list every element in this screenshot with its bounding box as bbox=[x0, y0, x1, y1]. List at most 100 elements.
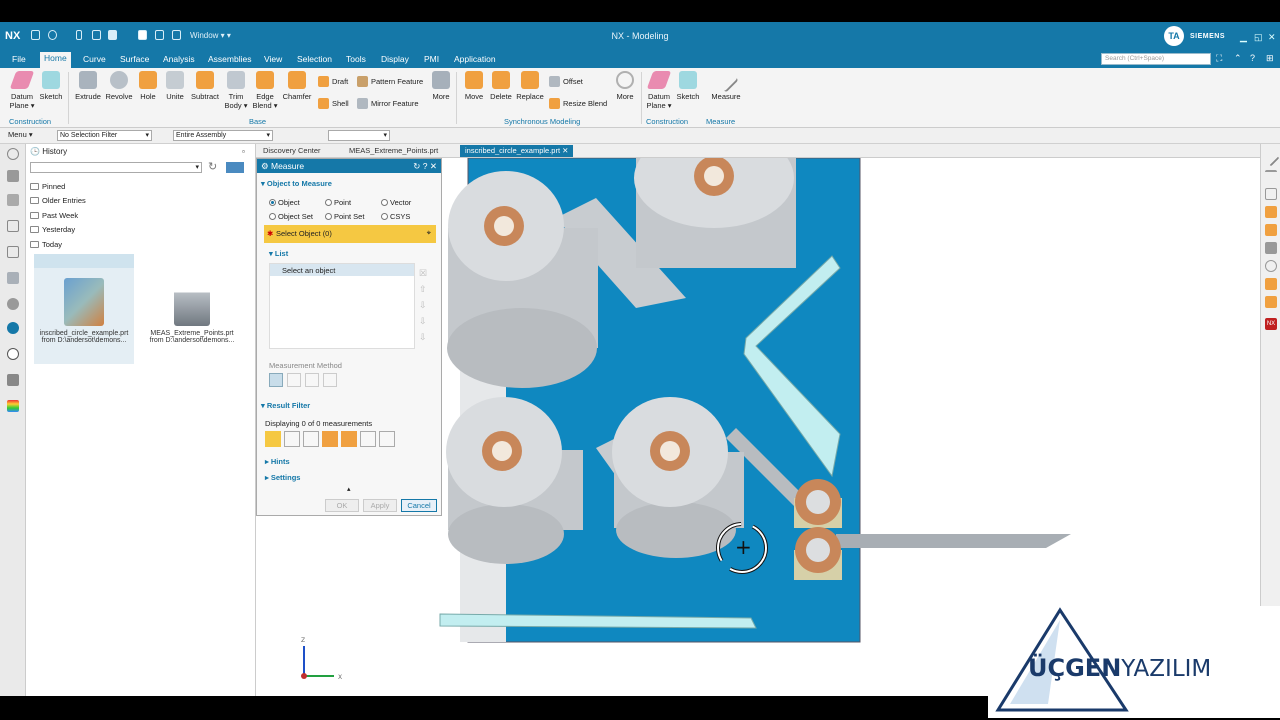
tab-home[interactable]: Home bbox=[40, 52, 71, 68]
selection-scope-dropdown[interactable]: Entire Assembly bbox=[173, 130, 273, 141]
tools-icon[interactable] bbox=[7, 374, 19, 386]
history-folder-pinned[interactable]: Pinned bbox=[30, 182, 65, 191]
restore-icon[interactable]: ◱ bbox=[1254, 32, 1263, 43]
datum-plane-button[interactable]: Datum Plane ▾ bbox=[8, 71, 36, 110]
revolve-button[interactable]: Revolve bbox=[104, 71, 134, 101]
sync-group-label[interactable]: Synchronous Modeling bbox=[504, 117, 580, 126]
offset-button[interactable]: Offset bbox=[549, 76, 583, 87]
edge-blend-button[interactable]: Edge Blend ▾ bbox=[251, 71, 279, 110]
hd3d-icon[interactable] bbox=[7, 272, 19, 284]
resize-blend-button[interactable]: Resize Blend bbox=[549, 98, 607, 109]
object-to-measure-section[interactable]: ▾ Object to Measure bbox=[261, 179, 332, 188]
select-object-field[interactable]: ✱ Select Object (0) ⌖ bbox=[264, 225, 436, 243]
sketch-button-2[interactable]: Sketch bbox=[675, 71, 701, 101]
type-point-radio[interactable]: Point bbox=[325, 198, 351, 207]
dialog-controls[interactable]: ↻ ? ✕ bbox=[413, 161, 437, 172]
history-file-card[interactable]: MEAS_Extreme_Points.prt from D:\andersot… bbox=[142, 254, 242, 364]
tab-file[interactable]: File bbox=[8, 53, 30, 65]
up-icon[interactable]: ⌃ bbox=[1234, 53, 1242, 64]
type-object-set-radio[interactable]: Object Set bbox=[269, 212, 313, 221]
selection-filter-dropdown[interactable]: No Selection Filter bbox=[57, 130, 152, 141]
method-icon[interactable] bbox=[287, 373, 301, 387]
snap-dropdown[interactable] bbox=[328, 130, 390, 141]
command-search-input[interactable]: Search (Ctrl+Space) bbox=[1101, 53, 1211, 65]
analysis-icon[interactable] bbox=[1265, 242, 1277, 254]
tab-analysis[interactable]: Analysis bbox=[159, 53, 199, 65]
ruler-icon[interactable] bbox=[1262, 149, 1280, 167]
result-filter-section[interactable]: ▾ Result Filter bbox=[261, 401, 310, 410]
subtract-button[interactable]: Subtract bbox=[189, 71, 221, 101]
expand-icon[interactable]: ⛶ bbox=[1216, 53, 1222, 64]
filter-icon[interactable] bbox=[284, 431, 300, 447]
tab-pmi[interactable]: PMI bbox=[420, 53, 443, 65]
method-icon[interactable] bbox=[323, 373, 337, 387]
tab-application[interactable]: Application bbox=[450, 53, 500, 65]
feature-icon[interactable] bbox=[1265, 206, 1277, 218]
measure-button[interactable]: Measure bbox=[709, 67, 743, 101]
history-folder-past-week[interactable]: Past Week bbox=[30, 211, 78, 220]
construction-group-label-2[interactable]: Construction bbox=[646, 117, 688, 126]
refresh-icon[interactable]: ↻ bbox=[208, 160, 217, 173]
tab-inscribed-circle[interactable]: inscribed_circle_example.prt ✕ bbox=[460, 145, 574, 157]
settings-section[interactable]: ▸ Settings bbox=[265, 473, 300, 482]
type-vector-radio[interactable]: Vector bbox=[381, 198, 411, 207]
reuse-library-icon[interactable] bbox=[7, 246, 19, 258]
datum-plane-button-2[interactable]: Datum Plane ▾ bbox=[645, 71, 673, 110]
settings-icon[interactable] bbox=[7, 148, 19, 160]
view-mode-icon[interactable] bbox=[226, 162, 244, 173]
history-filter-dropdown[interactable] bbox=[30, 162, 202, 173]
feature-icon[interactable] bbox=[1265, 278, 1277, 290]
nx-app-icon[interactable]: NX bbox=[1265, 318, 1277, 330]
type-point-set-radio[interactable]: Point Set bbox=[325, 212, 364, 221]
help-icon[interactable]: ? bbox=[1250, 53, 1255, 63]
options-icon[interactable]: ⊞ bbox=[1266, 53, 1274, 64]
extrude-button[interactable]: Extrude bbox=[74, 71, 102, 101]
history-folder-yesterday[interactable]: Yesterday bbox=[30, 225, 75, 234]
tab-tools[interactable]: Tools bbox=[342, 53, 370, 65]
filter-icon[interactable] bbox=[341, 431, 357, 447]
tab-view[interactable]: View bbox=[260, 53, 286, 65]
base-group-label[interactable]: Base bbox=[249, 117, 266, 126]
feature-icon[interactable] bbox=[1265, 296, 1277, 308]
tab-surface[interactable]: Surface bbox=[116, 53, 153, 65]
tab-meas-extreme-points[interactable]: MEAS_Extreme_Points.prt bbox=[344, 145, 443, 157]
measure-list[interactable]: Select an object bbox=[269, 263, 415, 349]
crosshair-icon[interactable]: ⌖ bbox=[427, 228, 431, 238]
close-icon[interactable]: ✕ bbox=[1268, 32, 1276, 43]
method-icon[interactable] bbox=[305, 373, 319, 387]
construction-group-label[interactable]: Construction bbox=[9, 117, 51, 126]
filter-icon[interactable] bbox=[303, 431, 319, 447]
filter-icon[interactable] bbox=[265, 431, 281, 447]
tab-discovery-center[interactable]: Discovery Center bbox=[258, 145, 326, 157]
filter-icon[interactable] bbox=[322, 431, 338, 447]
menu-button[interactable]: Menu ▾ bbox=[8, 130, 33, 139]
history-file-card[interactable]: inscribed_circle_example.prt from D:\and… bbox=[34, 254, 134, 364]
hole-button[interactable]: Hole bbox=[137, 71, 159, 101]
minimize-icon[interactable]: ▁ bbox=[1240, 32, 1247, 43]
palette-icon[interactable] bbox=[7, 400, 19, 412]
measure-group-label[interactable]: Measure bbox=[706, 117, 735, 126]
tab-curve[interactable]: Curve bbox=[79, 53, 110, 65]
base-more-button[interactable]: More bbox=[430, 71, 452, 101]
sketch-button[interactable]: Sketch bbox=[38, 71, 64, 101]
type-object-radio[interactable]: Object bbox=[269, 198, 300, 207]
sync-more-button[interactable]: More bbox=[613, 71, 637, 101]
constraint-icon[interactable] bbox=[7, 220, 19, 232]
history-folder-today[interactable]: Today bbox=[30, 240, 62, 249]
replace-button[interactable]: Replace bbox=[515, 71, 545, 101]
draft-button[interactable]: Draft bbox=[318, 76, 348, 87]
move-button[interactable]: Move bbox=[462, 71, 486, 101]
filter-icon[interactable] bbox=[379, 431, 395, 447]
line-icon[interactable] bbox=[1265, 170, 1277, 182]
mirror-feature-button[interactable]: Mirror Feature bbox=[357, 98, 419, 109]
history-clock-icon[interactable] bbox=[7, 348, 19, 360]
tab-assemblies[interactable]: Assemblies bbox=[204, 53, 255, 65]
unite-button[interactable]: Unite bbox=[162, 71, 188, 101]
method-icon[interactable] bbox=[269, 373, 283, 387]
gear-icon[interactable] bbox=[1265, 260, 1277, 272]
list-section[interactable]: ▾ List bbox=[269, 249, 288, 258]
tab-display[interactable]: Display bbox=[377, 53, 413, 65]
filter-icon[interactable] bbox=[360, 431, 376, 447]
cancel-button[interactable]: Cancel bbox=[401, 499, 437, 512]
part-navigator-icon[interactable] bbox=[7, 170, 19, 182]
